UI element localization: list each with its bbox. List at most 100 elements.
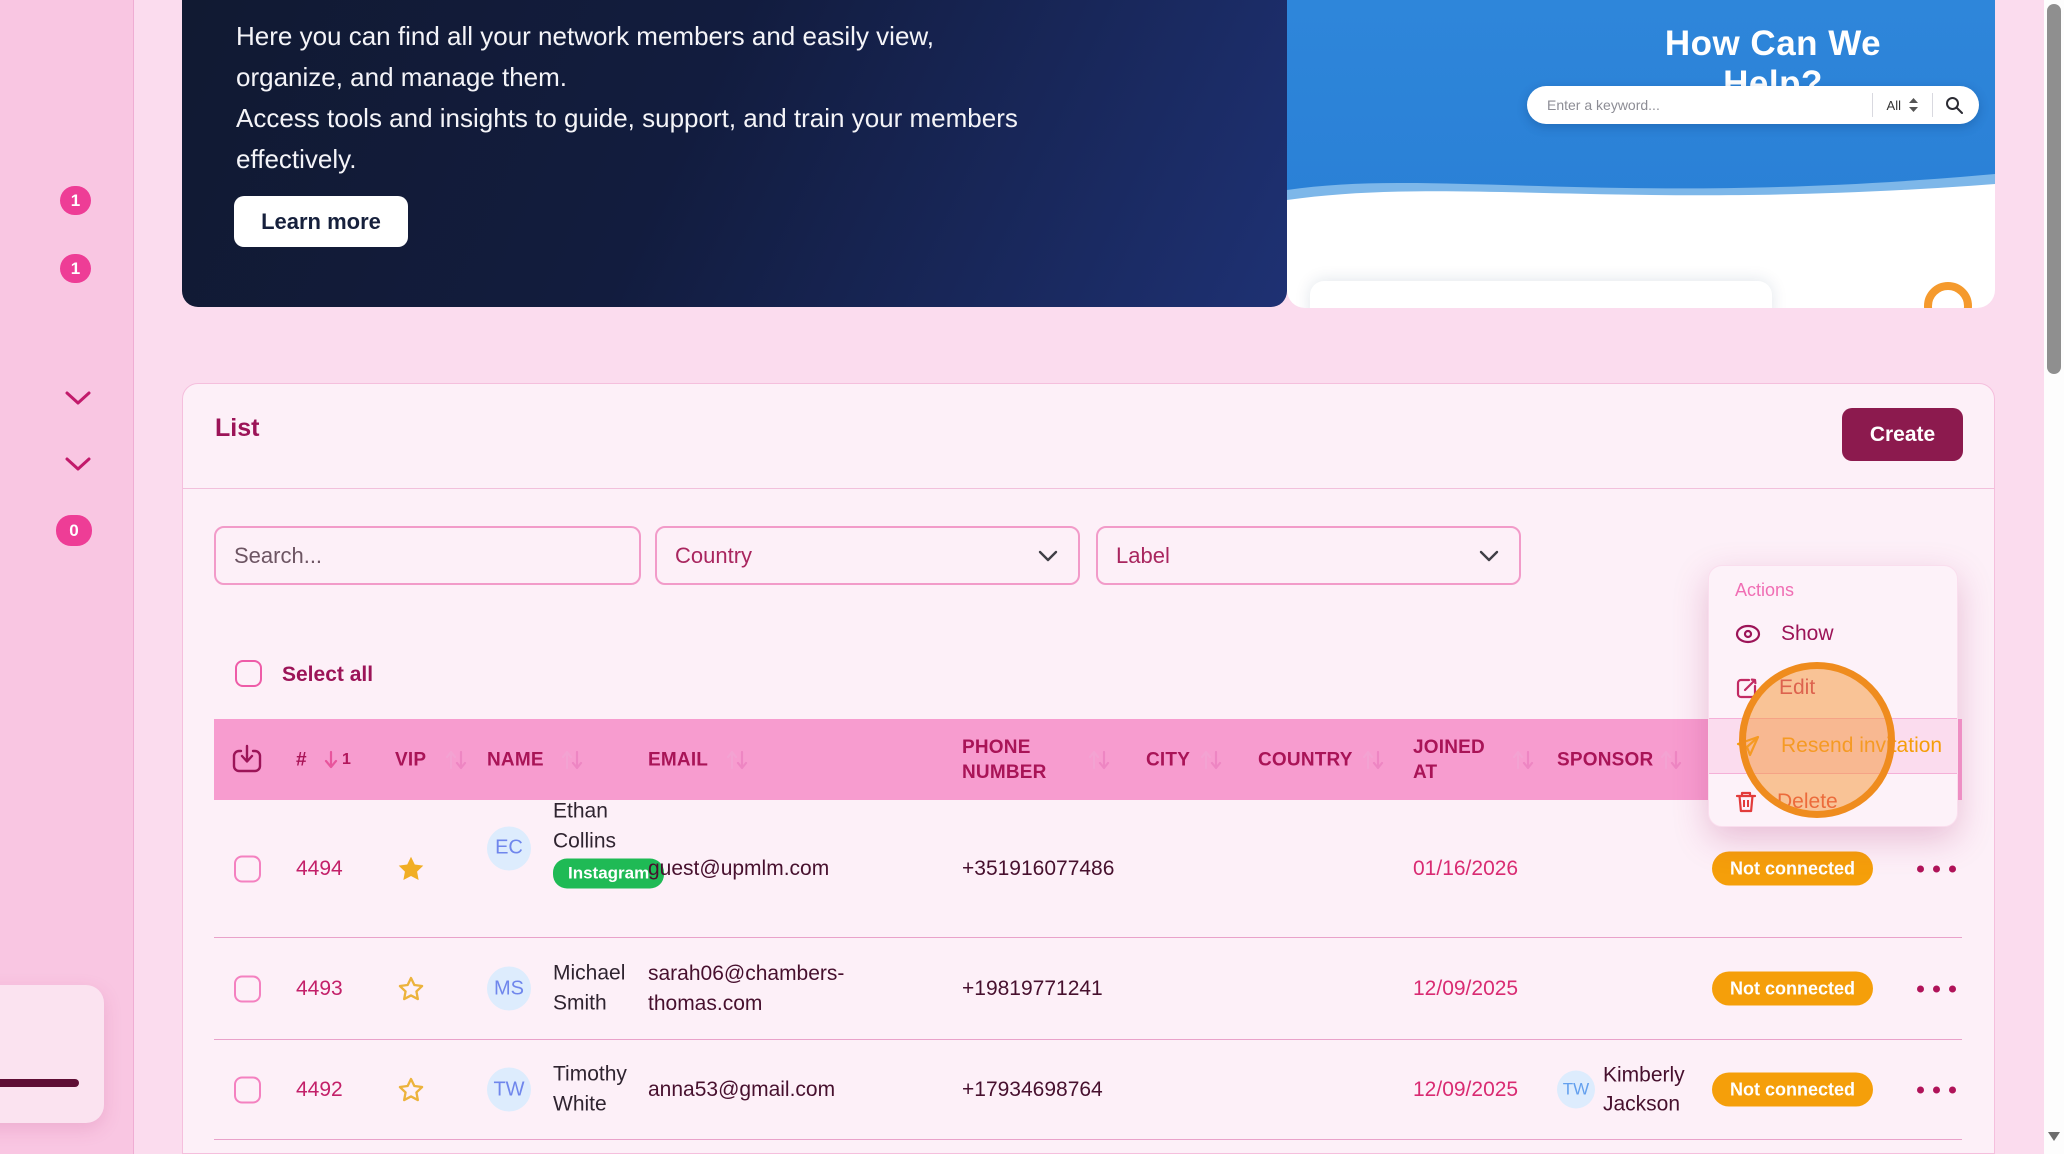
arrow-down-icon (322, 750, 340, 770)
row-actions-menu-button[interactable] (1915, 859, 1958, 878)
chevron-down-icon[interactable] (64, 456, 92, 472)
status-cell: Not connected (1712, 978, 1873, 999)
banner-paragraph: Access tools and insights to guide, supp… (236, 98, 1036, 180)
sidebar-notification-badge[interactable]: 1 (60, 254, 91, 283)
column-header-city[interactable]: CITY (1146, 747, 1190, 772)
member-email: anna53@gmail.com (648, 1075, 853, 1105)
panel-title: List (215, 414, 259, 443)
member-phone: +17934698764 (962, 1078, 1103, 1102)
vip-star-icon[interactable] (395, 853, 427, 884)
help-category-value: All (1887, 98, 1901, 113)
sort-arrows-icon[interactable] (1360, 748, 1386, 772)
table-header-row: # 1 VIP NAME EMAIL PHONE NUMBER CITY COU… (214, 719, 1962, 800)
status-cell: Not connected (1712, 1079, 1873, 1100)
wave-decoration (1287, 160, 1995, 222)
member-joined-date: 01/16/2026 (1413, 857, 1518, 881)
status-badge: Not connected (1712, 1072, 1873, 1106)
row-actions-menu-button[interactable] (1915, 979, 1958, 998)
divider (183, 488, 1994, 489)
sort-rank: 1 (342, 751, 351, 769)
member-id[interactable]: 4492 (296, 1078, 343, 1102)
country-filter-select[interactable]: Country (655, 526, 1080, 585)
sponsor-cell: TW Kimberly Jackson (1557, 1040, 1717, 1139)
vip-star-icon[interactable] (395, 1074, 427, 1105)
avatar: EC (487, 826, 531, 870)
sidebar-notification-badge[interactable]: 1 (60, 186, 91, 215)
member-phone: +351916077486 (962, 857, 1114, 881)
sort-arrows-icon[interactable] (443, 748, 469, 772)
sort-arrows-icon[interactable] (1086, 748, 1112, 772)
status-badge: Not connected (1712, 971, 1873, 1005)
table-row: 4494 EC Ethan Collins Instagram guest@up… (214, 800, 1962, 938)
member-id[interactable]: 4494 (296, 857, 343, 881)
help-search-button[interactable] (1933, 96, 1979, 114)
help-category-select[interactable]: All (1873, 98, 1932, 113)
member-phone: +19819771241 (962, 977, 1103, 1001)
column-header-name[interactable]: NAME (487, 747, 544, 772)
help-logo-icon (1924, 282, 1972, 308)
menu-item-label: Show (1781, 622, 1834, 646)
select-arrows-icon (1909, 98, 1918, 112)
learn-more-button[interactable]: Learn more (234, 196, 408, 247)
column-header-country[interactable]: COUNTRY (1258, 747, 1353, 772)
member-joined-date: 12/09/2025 (1413, 977, 1518, 1001)
sidebar (0, 0, 134, 1154)
help-search-input[interactable] (1527, 97, 1872, 113)
column-header-joined[interactable]: JOINED AT (1413, 735, 1499, 785)
sort-arrows-icon[interactable] (1198, 748, 1224, 772)
avatar: MS (487, 967, 531, 1011)
column-header-phone[interactable]: PHONE NUMBER (962, 735, 1074, 785)
country-filter-value: Country (675, 543, 752, 569)
trash-icon (1735, 790, 1757, 814)
scrollbar-thumb[interactable] (2047, 4, 2061, 374)
chevron-down-icon[interactable] (64, 390, 92, 406)
export-icon[interactable] (230, 743, 264, 777)
menu-item-show[interactable]: Show (1709, 614, 1957, 654)
scrollbar[interactable] (2044, 0, 2064, 1154)
member-name: Timothy White (553, 1060, 658, 1120)
page: 1 1 0 Here you can find all your network… (0, 0, 2064, 1154)
member-email: guest@upmlm.com (648, 854, 853, 884)
intro-banner: Here you can find all your network membe… (182, 0, 1287, 307)
sort-arrows-icon[interactable] (1658, 748, 1684, 772)
member-name: Ethan Collins (553, 796, 658, 856)
popup-progress-line (0, 1079, 79, 1087)
sort-indicator-id[interactable]: 1 (322, 750, 351, 770)
member-id[interactable]: 4493 (296, 977, 343, 1001)
label-filter-select[interactable]: Label (1096, 526, 1521, 585)
eye-icon (1735, 624, 1761, 644)
help-article-card[interactable] (1310, 281, 1772, 308)
banner-paragraph: Here you can find all your network membe… (236, 16, 1036, 98)
column-header-id[interactable]: # (296, 747, 307, 772)
sort-arrows-icon[interactable] (724, 748, 750, 772)
select-all-label: Select all (282, 663, 373, 687)
column-header-sponsor[interactable]: SPONSOR (1557, 747, 1653, 772)
search-icon (1945, 96, 1963, 114)
label-filter-value: Label (1116, 543, 1170, 569)
vip-star-icon[interactable] (395, 973, 427, 1004)
column-header-email[interactable]: EMAIL (648, 747, 708, 772)
row-actions-menu-button[interactable] (1915, 1080, 1958, 1099)
search-input[interactable] (216, 543, 639, 569)
chevron-down-icon (1479, 550, 1499, 562)
status-badge: Not connected (1712, 851, 1873, 885)
sidebar-counter-badge[interactable]: 0 (56, 515, 92, 546)
sponsor-avatar: TW (1557, 1071, 1595, 1109)
members-table: # 1 VIP NAME EMAIL PHONE NUMBER CITY COU… (214, 719, 1962, 1140)
sort-arrows-icon[interactable] (559, 748, 585, 772)
row-checkbox[interactable] (234, 855, 261, 882)
column-header-vip[interactable]: VIP (395, 747, 426, 772)
help-search-bar: All (1527, 86, 1979, 124)
status-cell: Not connected (1712, 858, 1873, 879)
row-checkbox[interactable] (234, 975, 261, 1002)
help-widget: How Can We Help? All (1287, 0, 1995, 308)
row-checkbox[interactable] (234, 1076, 261, 1103)
create-button[interactable]: Create (1842, 408, 1963, 461)
banner-text: Here you can find all your network membe… (236, 16, 1036, 180)
sponsor-name: Kimberly Jackson (1603, 1061, 1703, 1119)
select-all-checkbox[interactable] (235, 660, 262, 687)
click-indicator-circle (1739, 662, 1895, 818)
scrollbar-down-arrow[interactable] (2048, 1132, 2060, 1141)
sort-arrows-icon[interactable] (1510, 748, 1536, 772)
table-row: 4492 TW Timothy White anna53@gmail.com +… (214, 1040, 1962, 1140)
